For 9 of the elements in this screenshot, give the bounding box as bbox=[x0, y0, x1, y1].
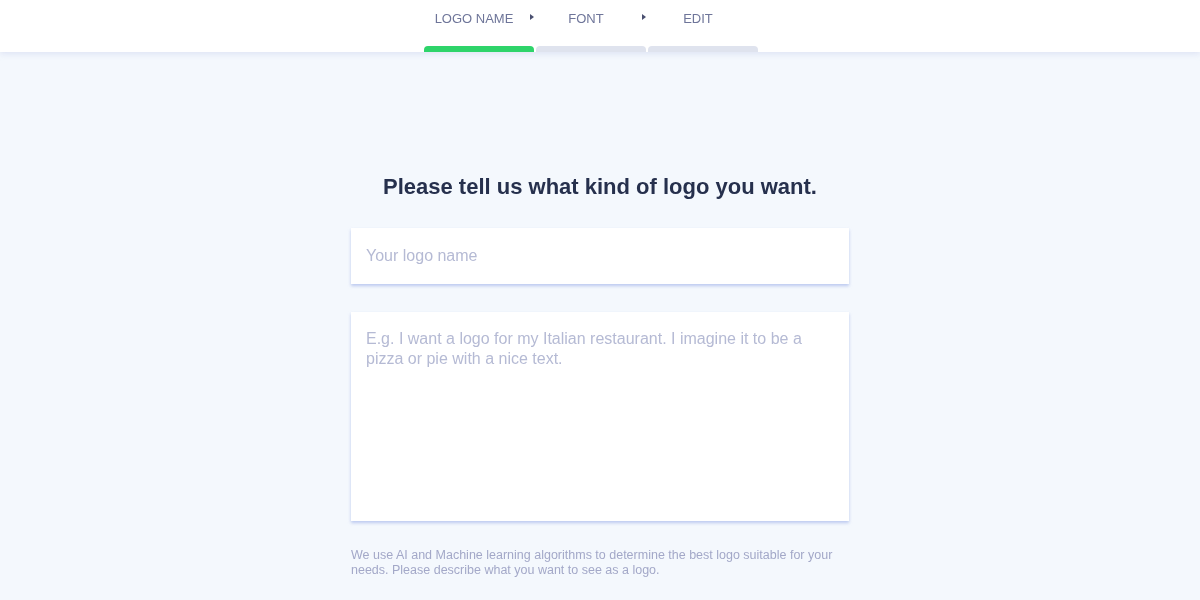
step-label[interactable]: EDIT bbox=[648, 9, 758, 29]
triangle-icon bbox=[530, 14, 534, 20]
description-note: We use AI and Machine learning algorithms to determine the best logo suitable for your needs. Please describe what you want to see as a logo. bbox=[351, 548, 834, 578]
heading: Please tell us what kind of logo you want. bbox=[383, 174, 817, 200]
step-label[interactable]: LOGO NAME bbox=[424, 9, 534, 29]
logo-name-field[interactable]: Your logo name bbox=[351, 228, 849, 284]
description-field[interactable]: E.g. I want a logo for my Italian restaurant. I imagine it to be a pizza or pie with a nice text. bbox=[351, 312, 849, 521]
triangle-icon bbox=[642, 14, 646, 20]
step-label[interactable]: FONT bbox=[536, 9, 646, 29]
